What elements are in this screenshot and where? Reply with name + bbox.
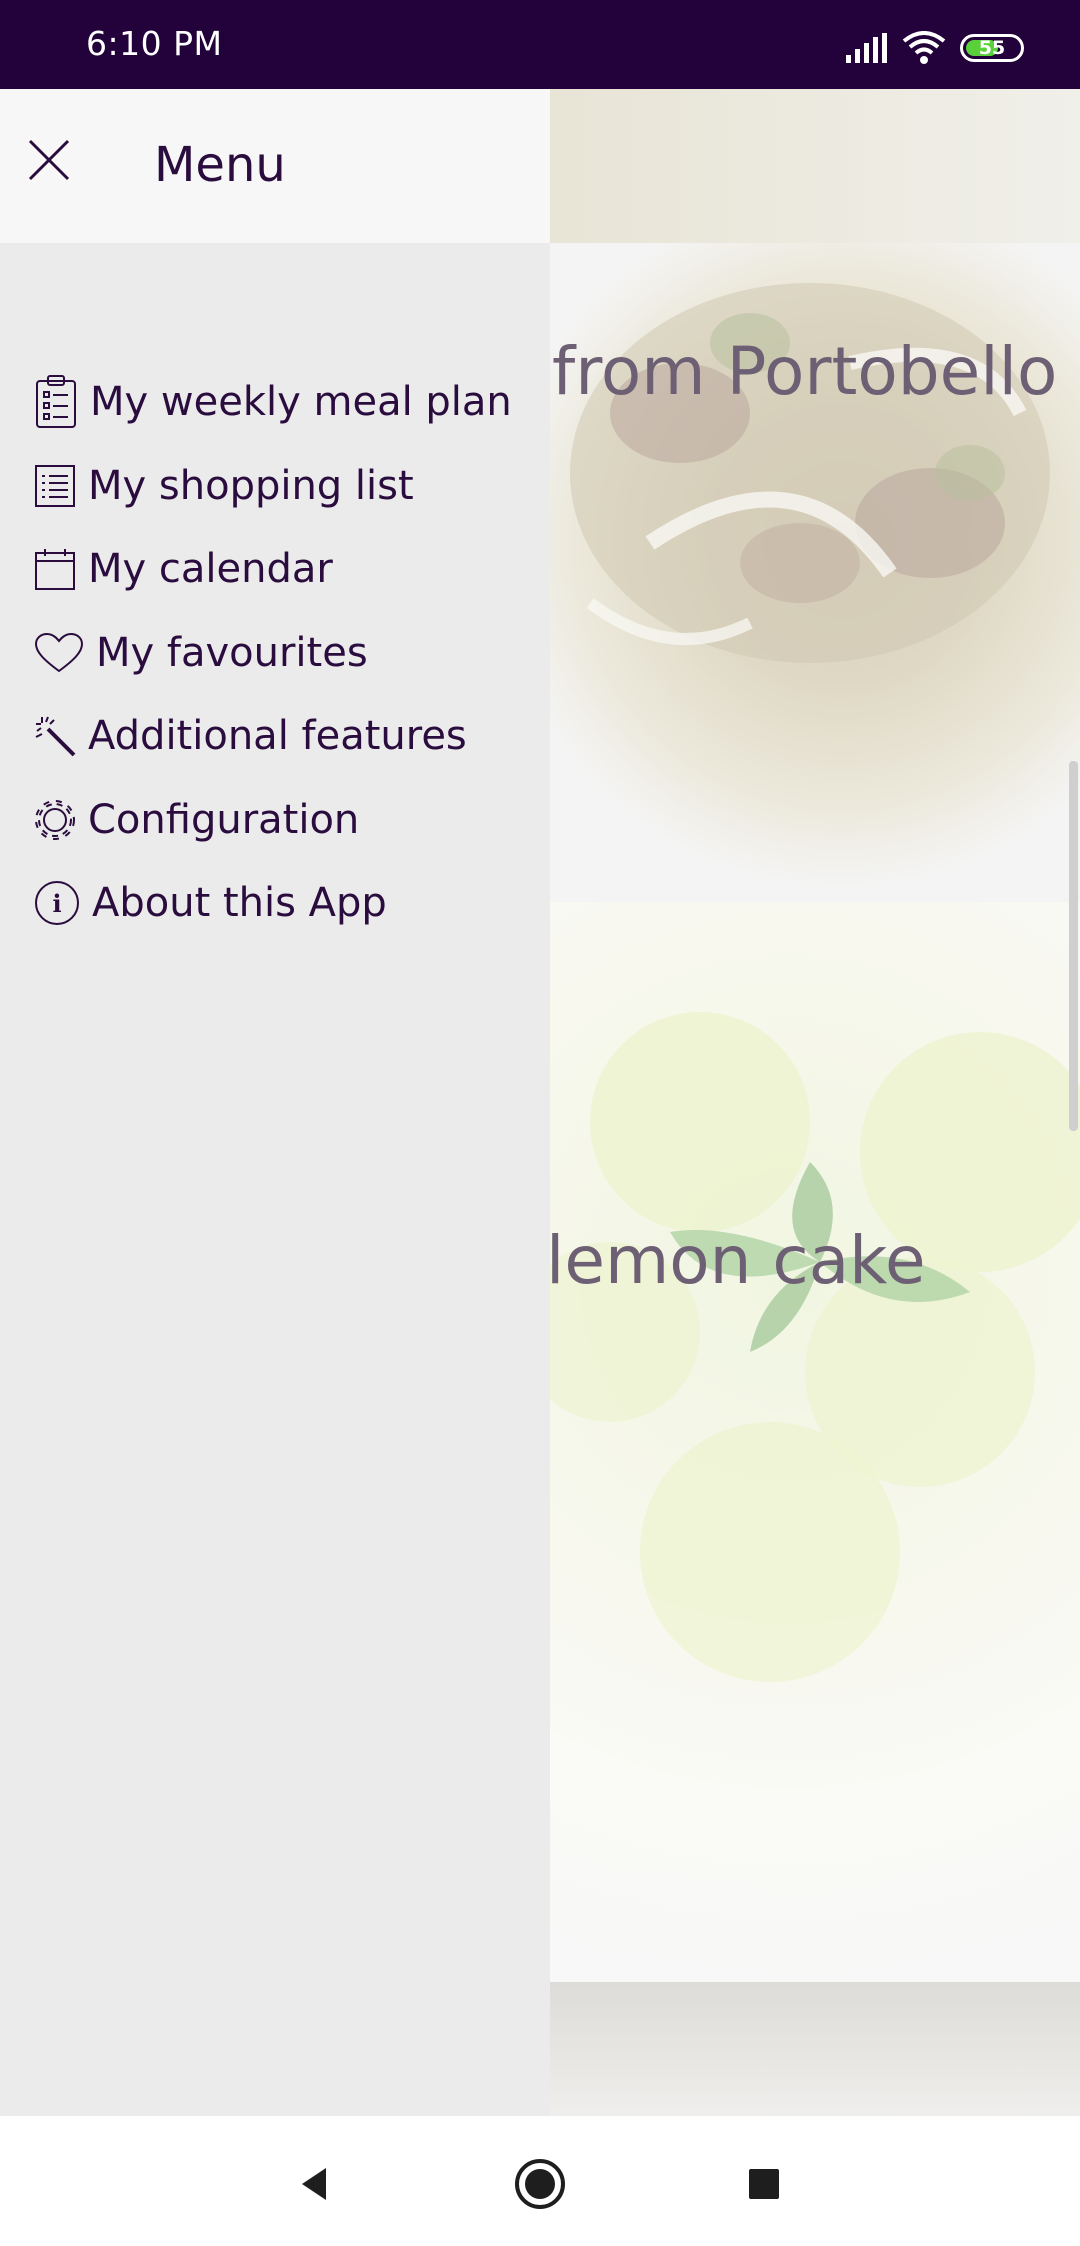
navigation-drawer: Menu My weekly meal plan My shopping lis… [0,89,550,2116]
menu-item-label: Additional features [88,713,467,759]
status-bar: 6:10 PM 55 [0,0,1080,89]
magic-wand-icon [35,716,76,757]
menu-item-calendar[interactable]: My calendar [34,529,333,609]
menu-item-label: My favourites [96,630,368,676]
status-time: 6:10 PM [86,24,223,63]
menu-item-label: Configuration [88,797,360,843]
back-icon [302,2168,326,2200]
drawer-title: Menu [154,137,286,193]
calendar-icon [35,549,75,590]
signal-icon [846,33,887,63]
menu-item-about[interactable]: i About this App [34,863,387,943]
recipe-card[interactable] [550,1982,1080,2116]
menu-item-additional-features[interactable]: Additional features [34,696,467,776]
menu-item-weekly-meal-plan[interactable]: My weekly meal plan [34,362,512,442]
clipboard-list-icon [36,375,76,428]
menu-item-label: My calendar [88,546,333,592]
close-icon [28,139,70,181]
app-header [550,89,1080,243]
gear-icon [35,800,75,840]
home-button[interactable] [510,2154,570,2214]
recents-button[interactable] [734,2154,794,2214]
svg-text:i: i [52,889,61,918]
menu-item-shopping-list[interactable]: My shopping list [34,446,414,526]
menu-item-label: My shopping list [88,463,414,509]
back-button[interactable] [284,2154,344,2214]
drawer-header: Menu [0,89,550,243]
status-icons: 55 [846,28,1024,68]
battery-icon: 55 [960,34,1024,62]
close-button[interactable] [18,129,80,191]
battery-level: 55 [978,37,1006,59]
menu-item-configuration[interactable]: Configuration [34,780,359,860]
recipe-card[interactable]: from Portobello [550,243,1080,903]
recipe-title: from Portobello [552,333,1058,410]
info-icon: i [35,881,79,925]
heart-icon [34,632,84,673]
home-icon [515,2159,565,2209]
scrollbar[interactable] [1069,761,1078,1131]
system-nav-bar [0,2116,1080,2246]
wifi-icon [902,31,946,64]
list-icon [35,465,75,507]
recipe-card[interactable]: lemon cake [550,902,1080,1982]
recents-icon [749,2169,779,2199]
menu-item-label: My weekly meal plan [90,379,512,425]
menu-item-favourites[interactable]: My favourites [34,613,368,693]
recipe-title: lemon cake [550,1222,926,1299]
menu-item-label: About this App [92,880,387,926]
